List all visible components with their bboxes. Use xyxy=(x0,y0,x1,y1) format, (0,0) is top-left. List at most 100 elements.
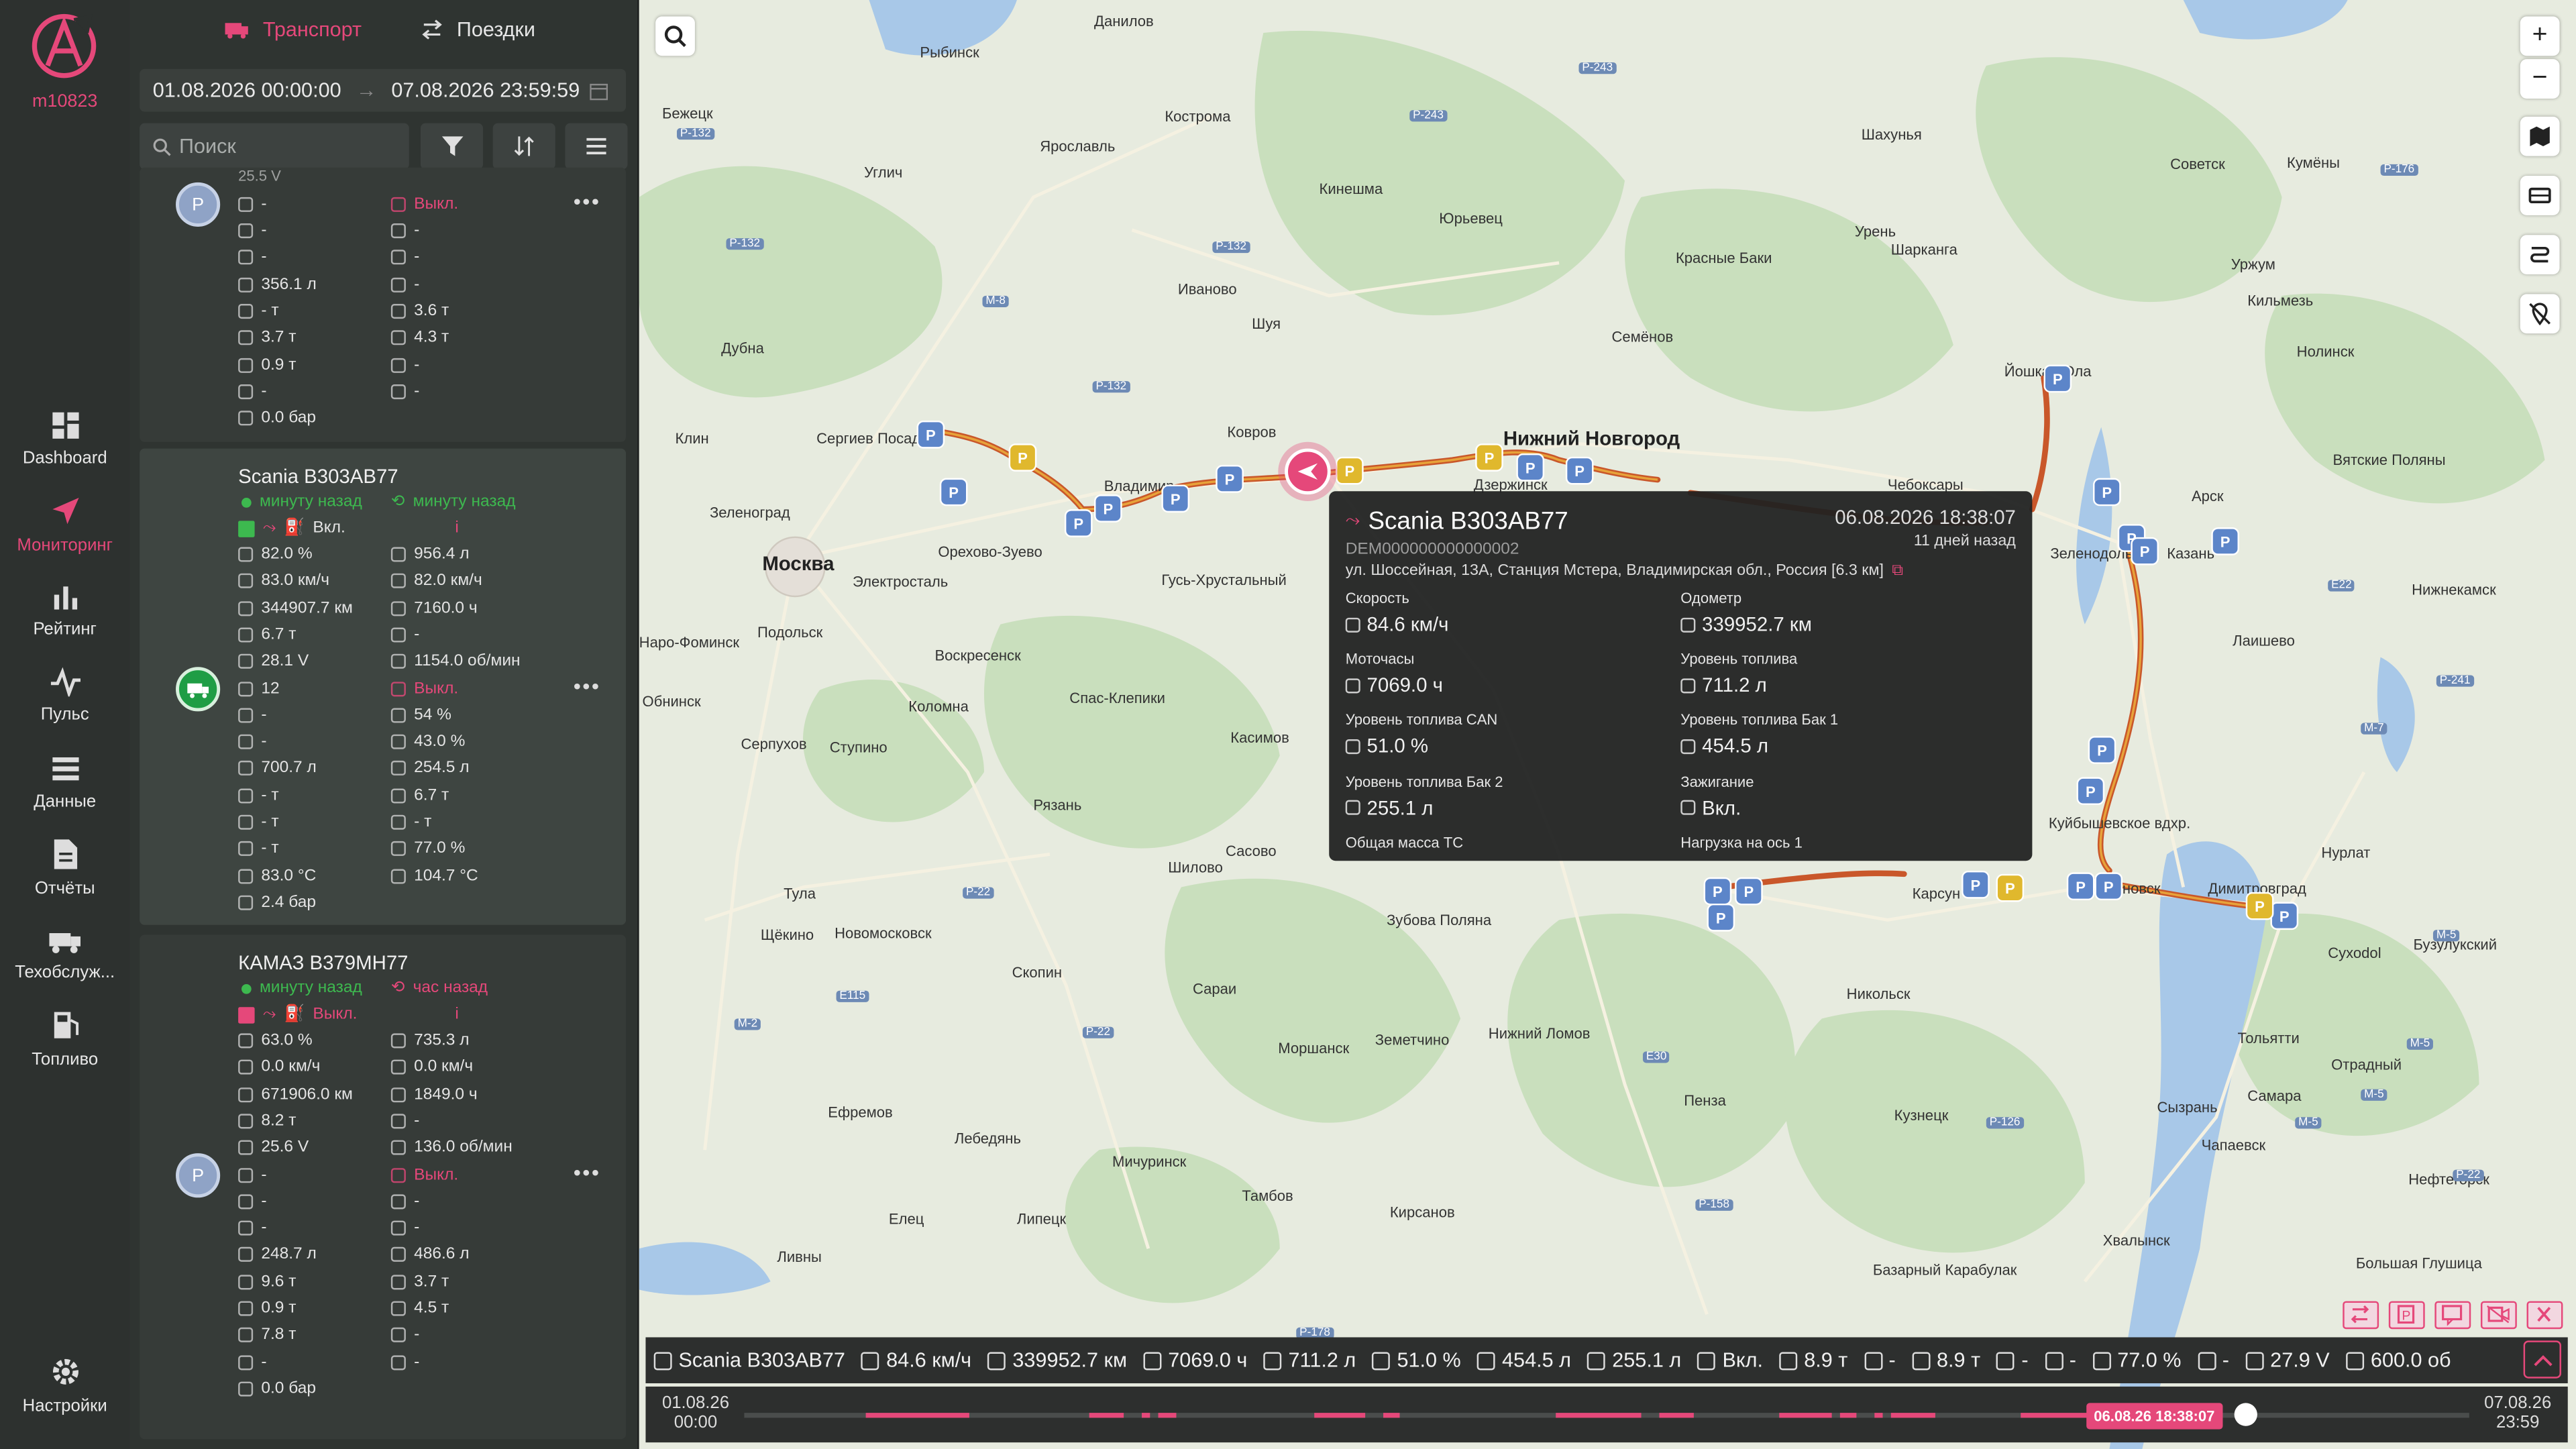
map-city-label: Кузнецк xyxy=(1894,1107,1949,1124)
parking-marker[interactable]: P xyxy=(2088,736,2116,764)
hide-markers-button[interactable] xyxy=(2520,294,2560,334)
parking-marker[interactable]: P xyxy=(1962,870,1990,899)
card-more-button[interactable]: ••• xyxy=(574,674,601,698)
app-logo[interactable] xyxy=(32,10,97,79)
map-view[interactable]: Данилов Рыбинск Кострома Ярославль Углич Беже… xyxy=(639,0,2576,1449)
parking-marker[interactable]: P xyxy=(1008,443,1037,472)
nav-data[interactable]: Данные xyxy=(0,754,129,812)
search-input[interactable]: Поиск xyxy=(140,123,409,170)
parking-marker[interactable]: P xyxy=(1094,494,1122,523)
card-more-button[interactable]: ••• xyxy=(574,1160,601,1185)
list-menu-button[interactable] xyxy=(565,123,628,170)
map-city-label: Сухоdol xyxy=(2328,945,2381,961)
nav-dashboard-label: Dashboard xyxy=(22,448,107,468)
nav-monitoring[interactable]: Мониторинг xyxy=(0,494,129,555)
map-city-label: Пенза xyxy=(1684,1092,1726,1110)
parking-marker[interactable]: P xyxy=(2131,537,2159,566)
info-icon[interactable]: i xyxy=(455,1006,458,1024)
video-off-button[interactable] xyxy=(2480,1301,2517,1330)
parking-button[interactable]: P xyxy=(2388,1301,2425,1330)
parking-marker[interactable]: P xyxy=(916,420,945,449)
parking-marker[interactable]: P xyxy=(2066,872,2095,901)
date-range-picker[interactable]: 01.08.2026 00:00:00 → 07.08.2026 23:59:5… xyxy=(140,68,627,112)
nav-dashboard[interactable]: Dashboard xyxy=(0,411,129,468)
parking-marker[interactable]: P xyxy=(2211,527,2239,555)
status-icons: ⤳ ⛽ Выкл. xyxy=(238,1006,357,1024)
calendar-icon xyxy=(589,83,608,100)
nav-service[interactable]: Техобслуж... xyxy=(0,925,129,982)
parking-marker[interactable]: P xyxy=(2094,872,2123,901)
popup-field-value: 711.2 л xyxy=(1680,674,1767,697)
nav-pulse[interactable]: Пульс xyxy=(0,667,129,724)
vehicle-card-selected[interactable]: Scania В303АВ77 минуту назад ⟲ минуту наз… xyxy=(140,448,627,925)
parking-marker[interactable]: P xyxy=(2270,902,2299,930)
track-button[interactable] xyxy=(2343,1301,2379,1330)
map-city-label: Кирсанов xyxy=(1389,1204,1455,1221)
tab-transport[interactable]: Транспорт xyxy=(225,18,362,41)
filter-button[interactable] xyxy=(420,123,484,170)
stat-row: 8.2 т xyxy=(238,1112,296,1130)
timeline-segment xyxy=(1658,1413,1693,1418)
parking-marker[interactable]: P xyxy=(939,478,968,506)
info-icon[interactable]: i xyxy=(455,519,458,537)
timeline[interactable]: 01.08.26 00:00 07.08.26 23:59 06.08.26 18:… xyxy=(645,1386,2568,1443)
map-layers-button[interactable] xyxy=(2520,116,2560,156)
road-shield: Р-243 xyxy=(1409,110,1447,122)
zoom-out-button[interactable]: − xyxy=(2520,59,2560,99)
tab-trips[interactable]: Поездки xyxy=(421,18,535,41)
map-search-button[interactable] xyxy=(655,16,695,56)
vehicle-card[interactable]: КАМАЗ В379МН77 минуту назад ⟲ час назад ⤳… xyxy=(140,934,627,1440)
close-track-button[interactable] xyxy=(2526,1301,2563,1330)
parking-marker[interactable]: P xyxy=(2245,892,2274,920)
parking-marker[interactable]: P xyxy=(2093,478,2121,506)
parking-marker[interactable]: P xyxy=(2043,364,2072,393)
status-value: 600.0 об xyxy=(2346,1349,2451,1372)
document-icon xyxy=(53,839,76,869)
parking-marker[interactable]: P xyxy=(1336,456,1364,485)
popup-field-label: Нагрузка на ось 1 xyxy=(1680,834,1803,851)
parking-marker[interactable]: P xyxy=(1703,877,1732,906)
stat-row: 2.4 бар xyxy=(238,894,316,912)
timeline-slider-handle[interactable] xyxy=(2233,1403,2257,1426)
camera-off-icon xyxy=(2487,1305,2510,1324)
vehicle-marker[interactable] xyxy=(1285,448,1331,495)
nav-rating[interactable]: Рейтинг xyxy=(0,582,129,639)
parking-marker[interactable]: P xyxy=(1216,465,1244,493)
parking-marker[interactable]: P xyxy=(1161,484,1190,513)
parking-marker[interactable]: P xyxy=(1475,443,1503,472)
parking-marker[interactable]: P xyxy=(1565,456,1594,485)
speed-alert-icon: ⤳ xyxy=(262,519,276,537)
road-shield: Р-158 xyxy=(1695,1199,1733,1211)
parking-marker[interactable]: P xyxy=(1516,453,1545,482)
vehicle-card[interactable]: 25.5 V P ••• - - - 356.1 л - т 3.7 т 0.9… xyxy=(140,167,627,442)
collapse-button[interactable] xyxy=(2523,1340,2561,1379)
close-icon xyxy=(2537,1307,2551,1322)
map-city-label: Орехово-Зуево xyxy=(938,543,1042,561)
map-city-label: Электросталь xyxy=(853,573,949,590)
nav-reports[interactable]: Отчёты xyxy=(0,838,129,899)
status-square-icon xyxy=(238,520,255,537)
nav-fuel[interactable]: Топливо xyxy=(0,1009,129,1069)
card-more-button[interactable]: ••• xyxy=(574,189,601,214)
road-shield: М-2 xyxy=(734,1018,761,1030)
parking-marker[interactable]: P xyxy=(1735,877,1763,906)
stat-row: - xyxy=(238,733,267,751)
map-city-label: Елец xyxy=(888,1210,924,1228)
zoom-in-button[interactable]: + xyxy=(2520,16,2560,56)
traffic-button[interactable] xyxy=(2520,176,2560,215)
sort-button[interactable] xyxy=(492,123,555,170)
stat-row: - xyxy=(390,1112,419,1130)
parking-marker[interactable]: P xyxy=(2076,777,2105,806)
parking-marker[interactable]: P xyxy=(1707,903,1735,932)
route-toggle-button[interactable] xyxy=(2520,235,2560,274)
nav-settings[interactable]: Настройки xyxy=(0,1355,129,1416)
parking-marker[interactable]: P xyxy=(1064,509,1093,537)
stat-row: - т xyxy=(238,303,279,321)
parking-marker[interactable]: P xyxy=(1996,873,2025,902)
sort-icon xyxy=(514,136,534,156)
nav-monitoring-label: Мониторинг xyxy=(17,535,113,555)
stat-row: - xyxy=(390,1353,419,1371)
stat-row: - xyxy=(238,706,267,724)
copy-icon[interactable]: ⧉ xyxy=(1892,562,1903,580)
messages-button[interactable] xyxy=(2434,1301,2471,1330)
